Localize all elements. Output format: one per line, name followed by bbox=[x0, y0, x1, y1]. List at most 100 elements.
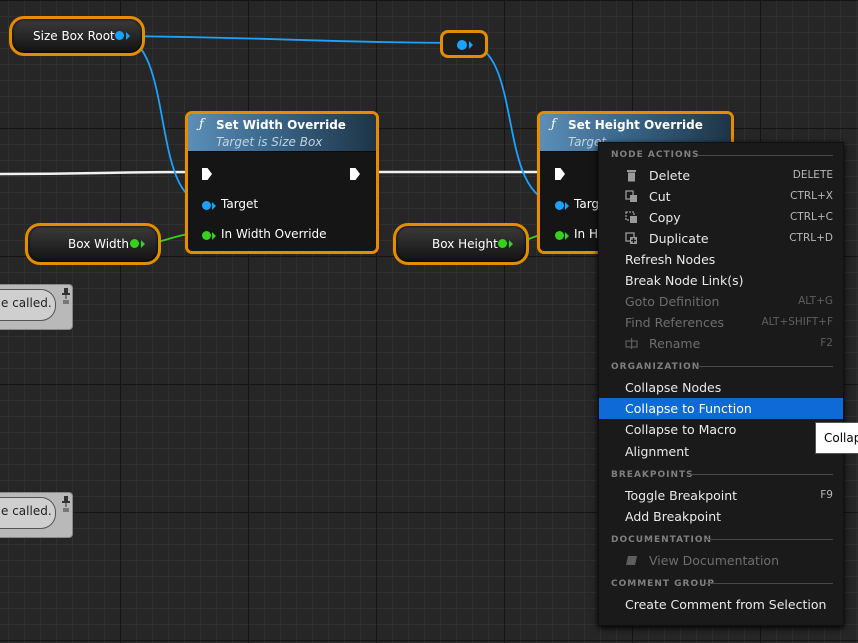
size-box-root-node[interactable]: Size Box Root bbox=[9, 16, 145, 56]
menu-item-duplicate[interactable]: Duplicate CTRL+D bbox=[599, 228, 843, 249]
menu-item-break-node-links[interactable]: Break Node Link(s) bbox=[599, 270, 843, 291]
box-height-pin-arrow bbox=[509, 240, 513, 248]
menu-item-alignment[interactable]: Alignment bbox=[599, 441, 843, 462]
box-width-output-pin[interactable] bbox=[130, 239, 139, 248]
section-comment-group: COMMENT GROUP bbox=[611, 579, 715, 589]
in-width-override-pin-arrow bbox=[212, 232, 216, 240]
comment-text: e called. bbox=[1, 296, 52, 310]
menu-item-label: Duplicate bbox=[649, 231, 709, 246]
target-pin-label: Target bbox=[221, 197, 259, 211]
box-height-node[interactable]: Box Height bbox=[393, 223, 529, 265]
section-breakpoints: BREAKPOINTS bbox=[611, 470, 694, 480]
menu-item-toggle-breakpoint[interactable]: Toggle Breakpoint F9 bbox=[599, 485, 843, 506]
menu-item-label: Collapse to Macro bbox=[625, 422, 737, 437]
box-width-pin-arrow bbox=[141, 240, 145, 248]
menu-item-cut[interactable]: Cut CTRL+X bbox=[599, 186, 843, 207]
set-width-override-title: Set Width Override bbox=[216, 118, 346, 132]
menu-item-view-documentation: View Documentation bbox=[599, 550, 843, 571]
object-wire bbox=[119, 35, 458, 44]
menu-item-label: Copy bbox=[649, 210, 681, 225]
target-pin[interactable] bbox=[202, 201, 211, 210]
pin-icon[interactable] bbox=[62, 495, 70, 513]
exec-wire bbox=[0, 170, 201, 176]
duplicate-icon bbox=[625, 232, 637, 244]
set-height-override-title: Set Height Override bbox=[568, 118, 703, 132]
exec-in-pin[interactable] bbox=[555, 168, 565, 180]
reroute-pin-arrow bbox=[469, 41, 473, 49]
size-box-root-output-pin[interactable] bbox=[115, 31, 124, 40]
target-pin-label: Targ bbox=[574, 197, 600, 211]
menu-item-label: Add Breakpoint bbox=[625, 509, 722, 524]
menu-item-shortcut: CTRL+C bbox=[789, 211, 833, 223]
comment-text: e called. bbox=[1, 504, 52, 518]
in-width-override-pin[interactable] bbox=[202, 231, 211, 240]
pin-icon[interactable] bbox=[62, 287, 70, 305]
target-pin[interactable] bbox=[555, 201, 564, 210]
section-node-actions: NODE ACTIONS bbox=[611, 150, 700, 160]
comment-bubble: e called. bbox=[0, 497, 56, 529]
menu-item-shortcut: ALT+SHIFT+F bbox=[761, 316, 833, 328]
exec-out-pin[interactable] bbox=[350, 168, 360, 180]
menu-item-label: Toggle Breakpoint bbox=[625, 488, 738, 503]
menu-item-copy[interactable]: Copy CTRL+C bbox=[599, 207, 843, 228]
reroute-pin[interactable] bbox=[457, 40, 467, 50]
menu-item-collapse-nodes[interactable]: Collapse Nodes bbox=[599, 377, 843, 398]
menu-item-refresh-nodes[interactable]: Refresh Nodes bbox=[599, 249, 843, 270]
section-divider bbox=[689, 474, 833, 475]
menu-item-shortcut: ALT+G bbox=[798, 295, 833, 307]
menu-item-collapse-to-macro[interactable]: Collapse to Macro bbox=[599, 419, 843, 440]
exec-in-pin[interactable] bbox=[202, 168, 212, 180]
in-width-override-label: In Width Override bbox=[221, 227, 327, 241]
box-width-node[interactable]: Box Width bbox=[25, 223, 161, 265]
target-pin-arrow bbox=[212, 202, 216, 210]
section-divider bbox=[697, 366, 833, 367]
size-box-root-label: Size Box Root bbox=[33, 29, 115, 43]
menu-item-label: Break Node Link(s) bbox=[625, 273, 744, 288]
menu-item-delete[interactable]: Delete DELETE bbox=[599, 165, 843, 186]
size-box-root-pin-arrow bbox=[126, 32, 130, 40]
context-menu: NODE ACTIONS Delete DELETE Cut CTRL+X Co… bbox=[598, 142, 844, 626]
menu-item-label: Collapse to Function bbox=[625, 401, 752, 416]
box-width-label: Box Width bbox=[68, 237, 129, 251]
function-icon: ƒ bbox=[551, 117, 556, 132]
menu-item-shortcut: CTRL+D bbox=[789, 232, 833, 244]
menu-item-label: Find References bbox=[625, 315, 725, 330]
target-pin-arrow bbox=[565, 202, 569, 210]
tooltip-text: Collap bbox=[824, 431, 858, 445]
section-organization: ORGANIZATION bbox=[611, 362, 701, 372]
menu-item-label: Delete bbox=[649, 168, 691, 183]
reroute-node[interactable] bbox=[440, 30, 488, 58]
set-width-override-subtitle: Target is Size Box bbox=[216, 135, 323, 149]
menu-item-shortcut: CTRL+X bbox=[790, 190, 833, 202]
rename-icon bbox=[625, 338, 638, 349]
section-divider bbox=[705, 583, 833, 584]
menu-item-label: Refresh Nodes bbox=[625, 252, 716, 267]
menu-item-label: Alignment bbox=[625, 444, 690, 459]
menu-item-label: Create Comment from Selection bbox=[625, 597, 827, 612]
menu-item-shortcut: F9 bbox=[820, 489, 833, 501]
copy-icon bbox=[625, 211, 637, 223]
in-height-override-pin[interactable] bbox=[555, 231, 564, 240]
menu-item-find-references: Find References ALT+SHIFT+F bbox=[599, 312, 843, 333]
menu-item-label: Rename bbox=[649, 336, 701, 351]
menu-item-collapse-to-function[interactable]: Collapse to Function bbox=[599, 398, 843, 419]
set-width-override-node[interactable]: ƒ Set Width Override Target is Size Box … bbox=[185, 111, 379, 254]
menu-item-label: Goto Definition bbox=[625, 294, 720, 309]
document-icon bbox=[626, 556, 637, 565]
box-height-output-pin[interactable] bbox=[498, 239, 507, 248]
comment-bubble: e called. bbox=[0, 289, 56, 321]
section-documentation: DOCUMENTATION bbox=[611, 535, 713, 545]
comment-node[interactable]: e called. bbox=[0, 492, 73, 538]
menu-item-add-breakpoint[interactable]: Add Breakpoint bbox=[599, 506, 843, 527]
comment-node[interactable]: e called. bbox=[0, 284, 73, 330]
menu-item-label: Cut bbox=[649, 189, 671, 204]
section-divider bbox=[705, 539, 833, 540]
trash-icon bbox=[627, 170, 636, 182]
menu-item-rename: Rename F2 bbox=[599, 333, 843, 354]
menu-item-shortcut: DELETE bbox=[792, 169, 833, 181]
menu-item-shortcut: F2 bbox=[820, 337, 833, 349]
set-width-override-header: ƒ Set Width Override Target is Size Box bbox=[188, 114, 376, 152]
menu-item-label: Collapse Nodes bbox=[625, 380, 722, 395]
menu-item-goto-definition: Goto Definition ALT+G bbox=[599, 291, 843, 312]
menu-item-create-comment[interactable]: Create Comment from Selection bbox=[599, 594, 843, 615]
